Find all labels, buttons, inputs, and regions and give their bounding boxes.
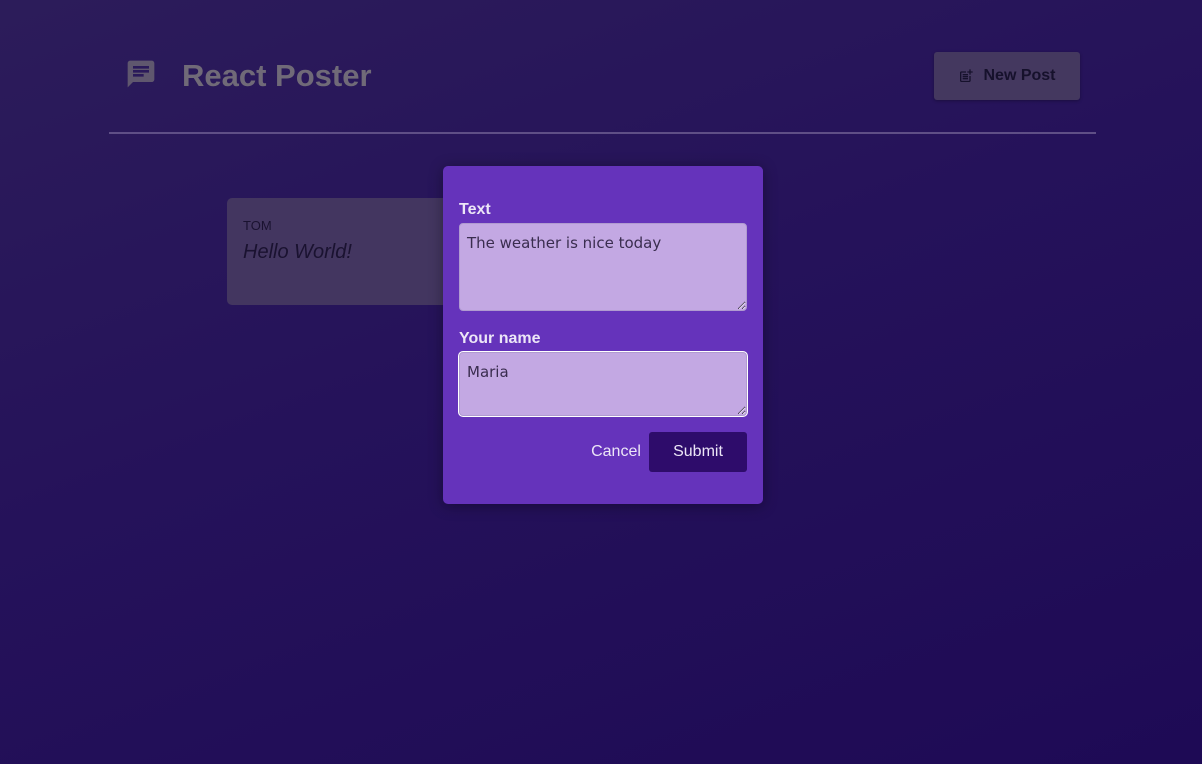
app-title: React Poster [182,58,372,93]
submit-button[interactable]: Submit [649,432,747,472]
cancel-button[interactable]: Cancel [589,433,643,471]
post-text: Hello World! [243,241,352,263]
app-header: React Poster New Post [109,0,1096,134]
text-input[interactable]: The weather is nice today [459,223,747,311]
new-post-button[interactable]: New Post [934,52,1080,100]
post-add-icon [958,68,974,84]
name-label: Your name [459,330,541,347]
post-author: TOM [243,218,272,233]
text-label: Text [459,201,491,218]
chat-message-icon [125,58,157,90]
name-input[interactable]: Maria [459,352,747,416]
new-post-modal: Text The weather is nice today Your name… [443,166,763,504]
post-card[interactable]: TOM Hello World! [227,198,467,305]
new-post-label: New Post [983,67,1056,84]
